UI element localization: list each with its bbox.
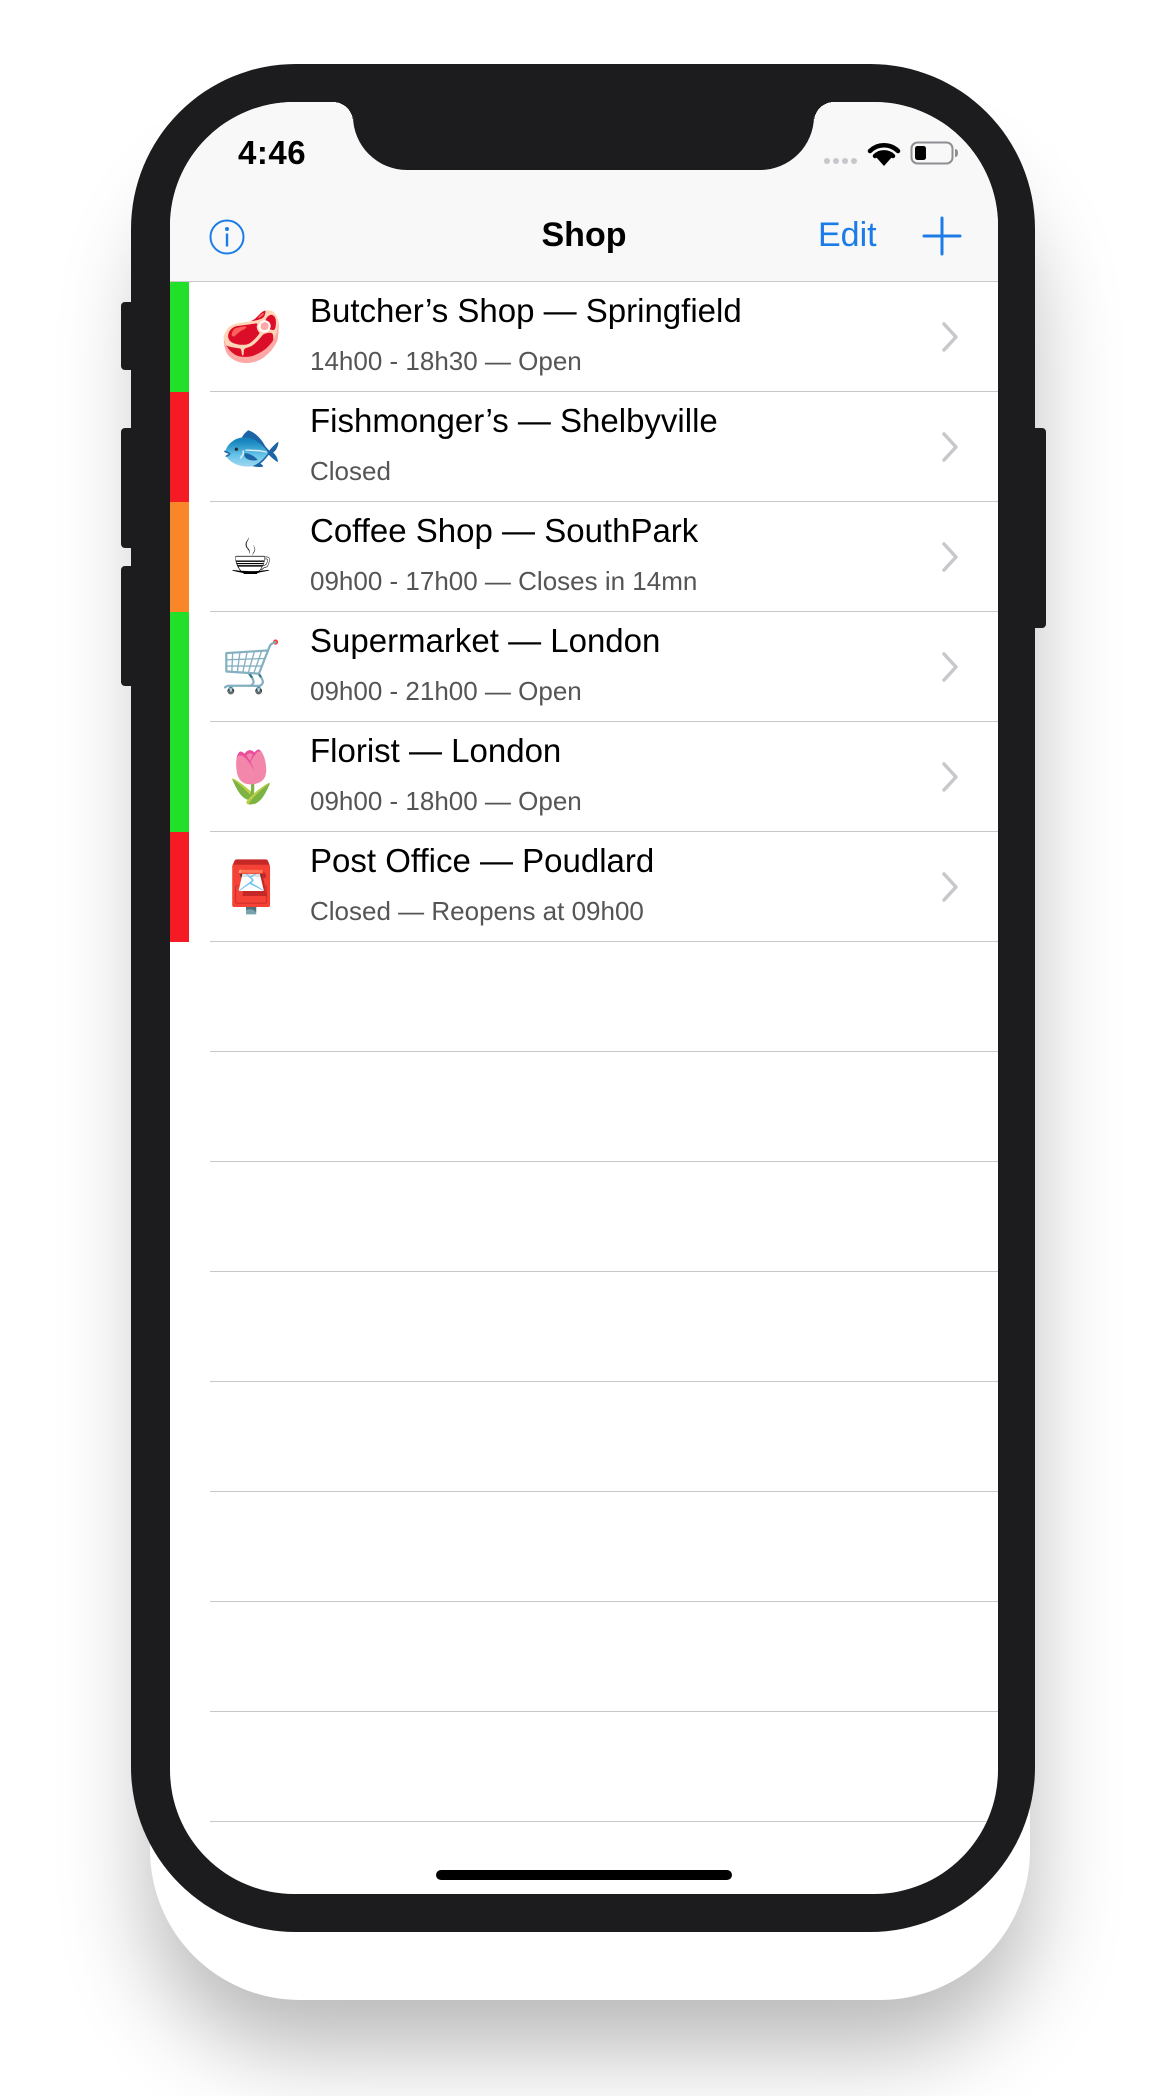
empty-row xyxy=(170,1052,998,1162)
status-indicator xyxy=(170,392,189,502)
add-icon[interactable] xyxy=(920,214,964,258)
shop-row[interactable]: 🥩 Butcher’s Shop — Springfield 14h00 - 1… xyxy=(170,282,998,392)
shop-hours: 09h00 - 21h00 — Open xyxy=(310,676,582,706)
tulip-icon: 🌷 xyxy=(220,749,283,805)
cellular-signal-icon xyxy=(824,158,857,164)
shop-list: 🥩 Butcher’s Shop — Springfield 14h00 - 1… xyxy=(170,282,998,1822)
shop-hours: 09h00 - 17h00 — Closes in 14mn xyxy=(310,566,698,596)
shop-row[interactable]: 🌷 Florist — London 09h00 - 18h00 — Open xyxy=(170,722,998,832)
shop-title: Fishmonger’s — Shelbyville xyxy=(310,402,718,439)
row-separator xyxy=(210,1821,998,1822)
shop-hours: 09h00 - 18h00 — Open xyxy=(310,786,582,816)
status-indicator xyxy=(170,832,189,942)
shop-title: Coffee Shop — SouthPark xyxy=(310,512,699,549)
shop-row[interactable]: 🛒 Supermarket — London 09h00 - 21h00 — O… xyxy=(170,612,998,722)
shop-row[interactable]: 🐟 Fishmonger’s — Shelbyville Closed xyxy=(170,392,998,502)
empty-row xyxy=(170,1162,998,1272)
wifi-icon xyxy=(867,143,901,166)
coffee-icon: ☕ xyxy=(228,529,274,585)
chevron-right-icon xyxy=(942,542,958,572)
chevron-right-icon xyxy=(942,762,958,792)
empty-row xyxy=(170,942,998,1052)
fish-icon: 🐟 xyxy=(220,419,283,475)
status-indicator xyxy=(170,612,189,722)
shop-title: Butcher’s Shop — Springfield xyxy=(310,292,742,329)
navigation-bar: Shop Edit xyxy=(170,190,998,282)
postbox-icon: 📮 xyxy=(220,859,283,915)
empty-row xyxy=(170,1272,998,1382)
empty-row xyxy=(170,1602,998,1712)
chevron-right-icon xyxy=(942,652,958,682)
empty-row xyxy=(170,1712,998,1822)
chevron-right-icon xyxy=(942,322,958,352)
shop-hours: 14h00 - 18h30 — Open xyxy=(310,346,582,376)
shopping-cart-icon: 🛒 xyxy=(220,639,283,695)
status-indicator xyxy=(170,502,189,612)
battery-icon xyxy=(910,141,958,165)
status-indicator xyxy=(170,282,189,392)
screen: 4:46 Shop Edit 🥩 Butcher’s Shop — Spring… xyxy=(170,102,998,1894)
shop-row[interactable]: ☕ Coffee Shop — SouthPark 09h00 - 17h00 … xyxy=(170,502,998,612)
status-time: 4:46 xyxy=(238,134,307,171)
shop-hours: Closed — Reopens at 09h00 xyxy=(310,896,644,926)
notch xyxy=(333,102,834,170)
empty-row xyxy=(170,1492,998,1602)
empty-row xyxy=(170,1382,998,1492)
shop-title: Florist — London xyxy=(310,732,562,769)
home-indicator[interactable] xyxy=(436,1870,732,1880)
edit-button[interactable]: Edit xyxy=(818,216,877,255)
shop-title: Post Office — Poudlard xyxy=(310,842,655,879)
steak-icon: 🥩 xyxy=(220,309,283,365)
shop-row[interactable]: 📮 Post Office — Poudlard Closed — Reopen… xyxy=(170,832,998,942)
chevron-right-icon xyxy=(942,872,958,902)
chevron-right-icon xyxy=(942,432,958,462)
status-indicator xyxy=(170,722,189,832)
shop-title: Supermarket — London xyxy=(310,622,661,659)
shop-hours: Closed xyxy=(310,456,391,486)
